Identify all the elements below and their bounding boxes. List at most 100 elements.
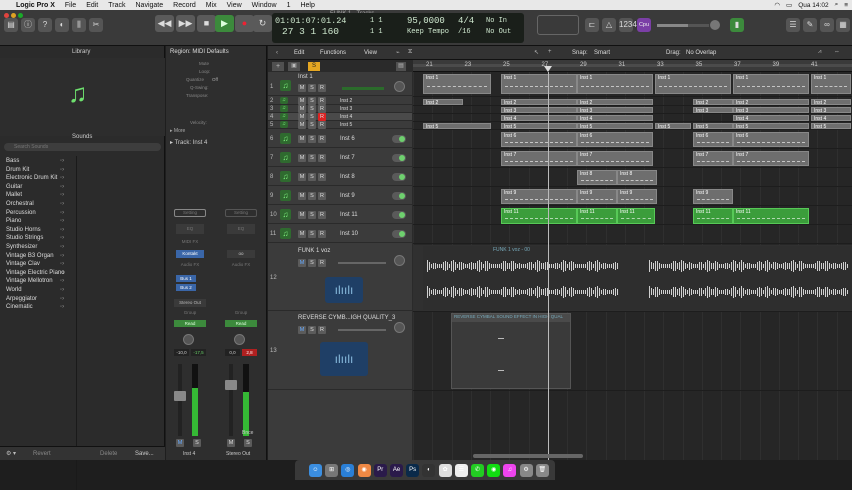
midi-region[interactable]: Inst 6 [693, 132, 733, 147]
track-name[interactable]: Inst 5 [340, 122, 352, 128]
solo-button[interactable]: S [308, 84, 316, 92]
finder-icon[interactable]: ☺ [309, 464, 322, 477]
midi-region[interactable]: Inst 2 [693, 99, 733, 105]
menu-navigate[interactable]: Navigate [136, 2, 164, 9]
rewind-button[interactable]: ◀◀ [155, 15, 174, 32]
logic-icon[interactable]: ◐ [422, 464, 436, 477]
solo-button[interactable]: S [308, 173, 316, 181]
solo-button[interactable]: S [308, 259, 316, 267]
track-header-row[interactable]: 2 ♫ M S R Inst 2 [268, 97, 412, 105]
midi-region[interactable]: Inst 5 [577, 123, 653, 129]
track-header-row[interactable]: 8 ♫ M S R Inst 8 [268, 168, 412, 186]
mute-button[interactable]: M [298, 259, 306, 267]
record-enable-button[interactable]: R [318, 97, 326, 105]
midi-region[interactable]: Inst 3 [501, 107, 577, 113]
strip1-send-2[interactable]: Bus 2 [176, 284, 196, 291]
midi-region[interactable]: Inst 11 [577, 208, 617, 224]
sound-category-item[interactable]: Percussion ◦› [0, 210, 75, 219]
sound-category-item[interactable]: Vintage Mellotron ◦› [0, 278, 75, 287]
strip2-eq[interactable]: EQ [227, 224, 255, 234]
region-header[interactable]: Region: MIDI Defaults [170, 49, 229, 55]
quantize-value[interactable]: Off [212, 77, 218, 82]
menu-mix[interactable]: Mix [206, 2, 217, 9]
track-name[interactable]: Inst 6 [340, 136, 355, 142]
automation-icon[interactable]: ⌁ [396, 49, 400, 56]
track-header-row[interactable]: 11 ♫ M S R Inst 10 [268, 225, 412, 243]
arrange-area[interactable]: Inst 1 Inst 1 Inst 1 Inst 1 Inst 1 Inst 1 Inst… [413, 72, 852, 460]
record-enable-button[interactable]: R [318, 326, 326, 334]
library-toggle-icon[interactable]: ▤ [4, 18, 18, 32]
solo-button[interactable]: S [308, 326, 316, 334]
snap-select[interactable]: Smart [594, 50, 610, 56]
sound-category-item[interactable]: Arpeggiator ◦› [0, 296, 75, 305]
strip2-automation[interactable]: Read [225, 320, 257, 327]
track-toggle[interactable] [392, 173, 406, 181]
audio-region[interactable]: REVERSE CYMBAL SOUND EFFECT IN HIGH QUAL [451, 313, 571, 389]
mute-button[interactable]: M [298, 97, 306, 105]
whatsapp-icon[interactable]: ✆ [471, 464, 484, 477]
sound-category-item[interactable]: Piano ◦› [0, 218, 75, 227]
after-effects-icon[interactable]: Ae [390, 464, 403, 477]
record-enable-button[interactable]: R [318, 154, 326, 162]
midi-region[interactable]: Inst 1 [423, 74, 491, 94]
menu-1[interactable]: 1 [287, 2, 291, 9]
record-enable-button[interactable]: R [318, 211, 326, 219]
sound-category-item[interactable]: World ◦› [0, 287, 75, 296]
spotify-icon[interactable]: ◉ [487, 464, 501, 477]
midi-region[interactable]: Inst 9 [501, 189, 577, 204]
midi-region[interactable]: Inst 4 [733, 115, 809, 121]
record-enable-button[interactable]: R [318, 84, 326, 92]
solo-button[interactable]: S [308, 154, 316, 162]
save-button[interactable]: Save... [135, 451, 154, 457]
record-enable-button[interactable]: R [318, 192, 326, 200]
tuner-display[interactable] [537, 15, 579, 35]
gear-icon[interactable]: ⚙ ▾ [6, 450, 16, 457]
menu-view[interactable]: View [227, 2, 242, 9]
sound-category-item[interactable]: Guitar ◦› [0, 184, 75, 193]
strip2-fader-handle[interactable] [225, 380, 237, 390]
reminders-icon[interactable]: ☰ [454, 464, 468, 477]
menu-window[interactable]: Window [252, 2, 277, 9]
track-header-row[interactable]: 9 ♫ M S R Inst 9 [268, 187, 412, 205]
midi-region[interactable]: Inst 11 [733, 208, 809, 224]
midi-region[interactable]: Inst 9 [617, 189, 657, 204]
midi-region[interactable]: Inst 6 [733, 132, 809, 147]
list-editors-icon[interactable]: ☰ [786, 18, 800, 32]
midi-region[interactable]: Inst 2 [733, 99, 809, 105]
smart-controls-icon[interactable]: ◐ [55, 18, 69, 32]
midi-region[interactable]: Inst 2 [577, 99, 653, 105]
track-name[interactable]: FUNK 1 voz [298, 248, 330, 254]
inspector-toggle-icon[interactable]: ⓘ [21, 18, 35, 32]
midi-region[interactable]: Inst 2 [811, 99, 851, 105]
strip2-bounce[interactable]: Bnce [242, 430, 253, 436]
strip2-pan-knob[interactable] [234, 334, 245, 345]
midi-region[interactable]: Inst 8 [617, 170, 657, 185]
horizontal-scrollbar[interactable] [473, 454, 583, 458]
track-volume-slider[interactable] [338, 262, 386, 264]
midi-region[interactable]: Inst 4 [501, 115, 577, 121]
solo-button[interactable]: S [308, 97, 316, 105]
midi-region[interactable]: Inst 11 [501, 208, 577, 224]
strip1-midi-fx[interactable]: MIDI FX [176, 239, 204, 246]
mute-button[interactable]: M [298, 173, 306, 181]
solo-button[interactable]: S [308, 135, 316, 143]
record-enable-button[interactable]: R [318, 121, 326, 129]
system-prefs-icon[interactable]: ⚙ [519, 464, 533, 477]
lcd-signature[interactable]: 4/4 [458, 16, 474, 26]
sound-category-item[interactable]: Vintage Clav ◦› [0, 261, 75, 270]
zoom-icon[interactable]: ⇔ [834, 49, 840, 55]
mute-button[interactable]: M [298, 154, 306, 162]
master-volume-slider[interactable] [657, 24, 709, 27]
add-track-button[interactable]: + [272, 62, 284, 71]
strip1-audio-fx[interactable]: Audio FX [176, 262, 204, 269]
strip2-fader-track[interactable] [229, 364, 233, 436]
sound-category-item[interactable]: Orchestral ◦› [0, 201, 75, 210]
strip1-automation[interactable]: Read [174, 320, 206, 327]
lcd-tempo-mode[interactable]: Keep Tempo [407, 27, 449, 37]
track-name[interactable]: Inst 10 [340, 231, 358, 237]
track-name[interactable]: Inst 8 [340, 174, 355, 180]
record-enable-button[interactable]: R [318, 173, 326, 181]
strip2-link-icon[interactable]: oo [227, 250, 255, 258]
record-enable-button[interactable]: R [318, 230, 326, 238]
strip1-eq[interactable]: EQ [176, 224, 204, 234]
